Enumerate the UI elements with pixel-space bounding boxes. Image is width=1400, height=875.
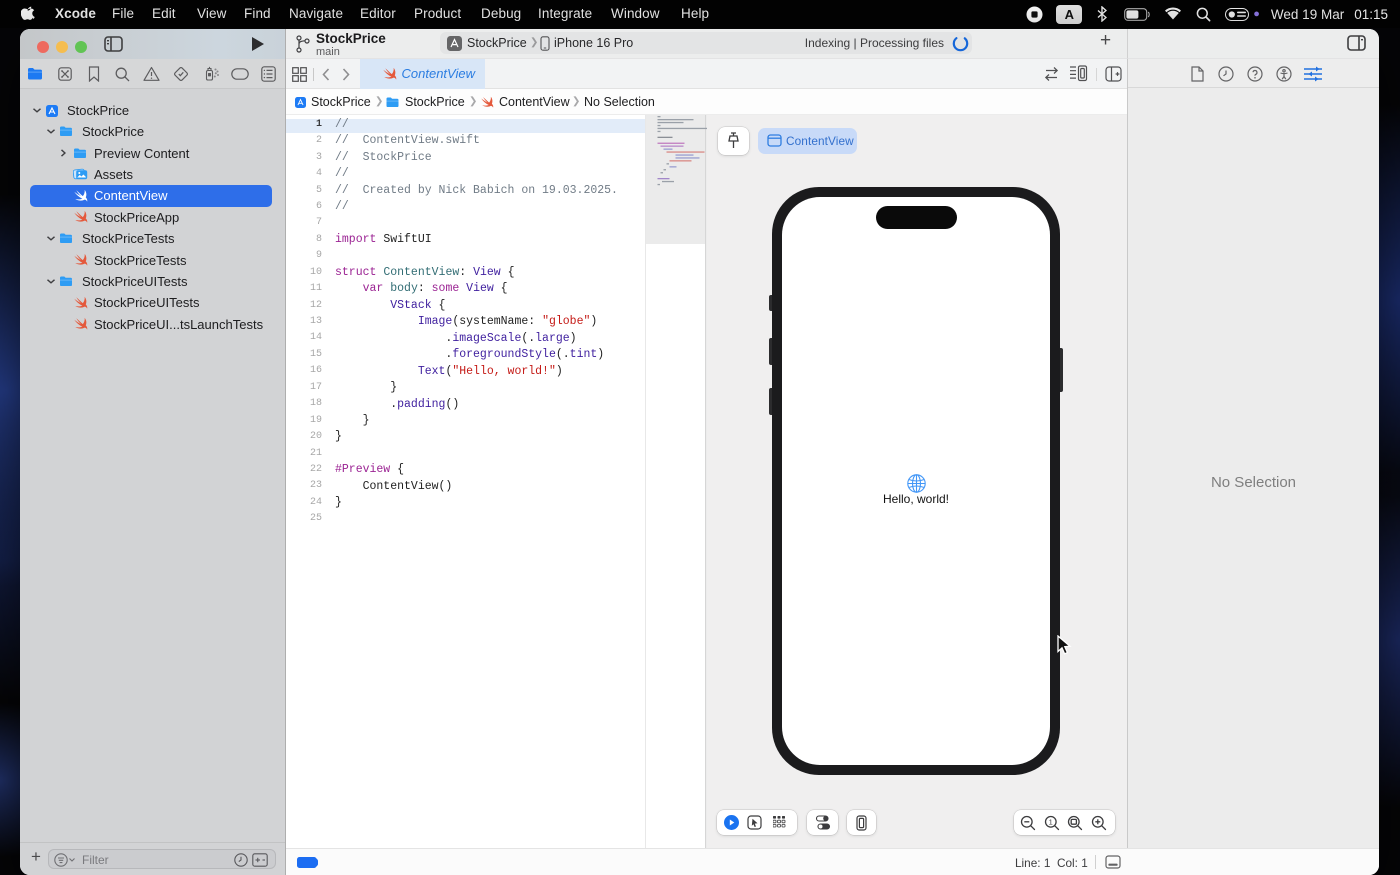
svg-text:1: 1 <box>1049 817 1053 826</box>
